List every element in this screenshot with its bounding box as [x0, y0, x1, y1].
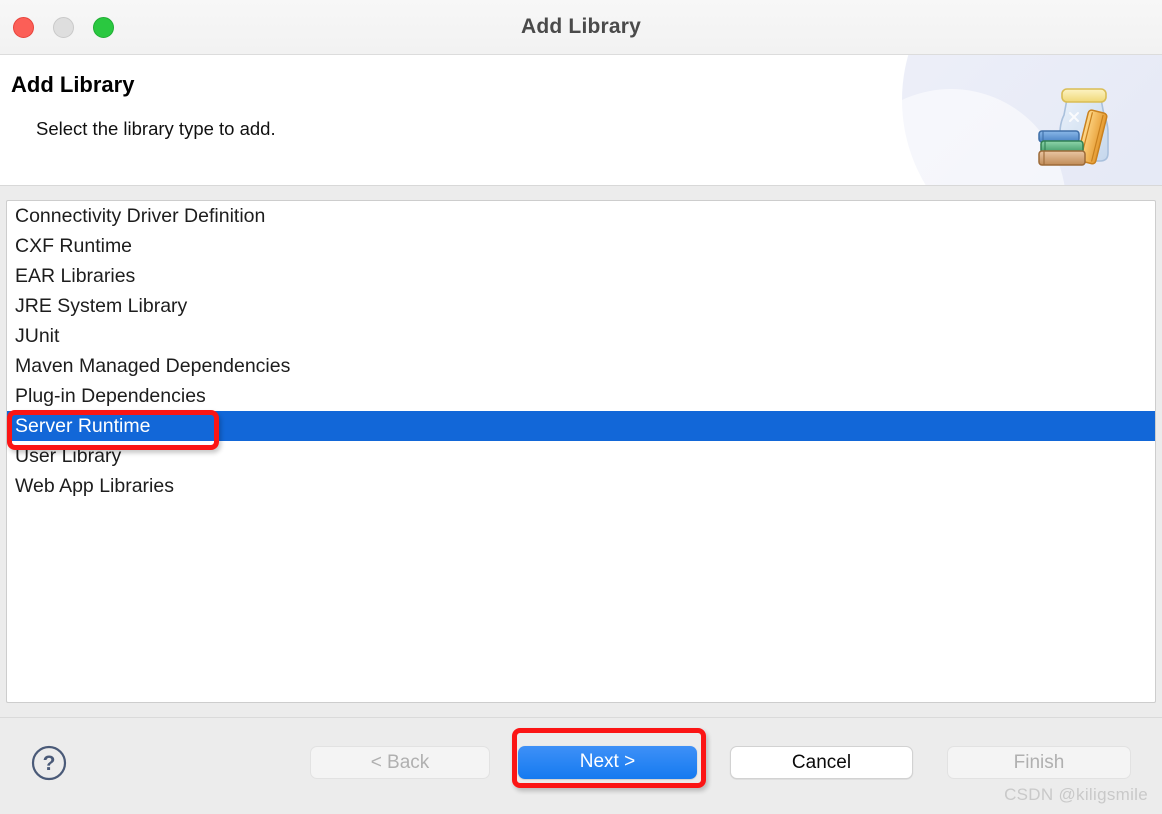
list-item[interactable]: Connectivity Driver Definition — [7, 201, 1155, 231]
finish-button[interactable]: Finish — [947, 746, 1131, 779]
wizard-banner: Add Library Select the library type to a… — [0, 55, 1162, 186]
library-type-list[interactable]: Connectivity Driver Definition CXF Runti… — [6, 200, 1156, 703]
list-item[interactable]: Maven Managed Dependencies — [7, 351, 1155, 381]
list-item[interactable]: JUnit — [7, 321, 1155, 351]
page-subtitle: Select the library type to add. — [36, 118, 276, 139]
list-item[interactable]: Web App Libraries — [7, 471, 1155, 501]
list-item[interactable]: EAR Libraries — [7, 261, 1155, 291]
title-bar: Add Library — [0, 0, 1162, 55]
help-icon[interactable]: ? — [31, 745, 67, 781]
back-button[interactable]: < Back — [310, 746, 490, 779]
page-title: Add Library — [11, 72, 135, 97]
add-library-dialog: Add Library Add Library Select the libra… — [0, 0, 1162, 814]
watermark: CSDN @kiligsmile — [1004, 785, 1148, 804]
next-button[interactable]: Next > — [518, 746, 697, 779]
window-title: Add Library — [520, 15, 642, 38]
list-item[interactable]: JRE System Library — [7, 291, 1155, 321]
list-item-selected[interactable]: Server Runtime — [7, 411, 1155, 441]
list-item[interactable]: User Library — [7, 441, 1155, 471]
svg-text:?: ? — [43, 752, 56, 775]
jar-with-books-icon — [1038, 88, 1109, 166]
list-item[interactable]: CXF Runtime — [7, 231, 1155, 261]
list-item[interactable]: Plug-in Dependencies — [7, 381, 1155, 411]
cancel-button[interactable]: Cancel — [730, 746, 913, 779]
